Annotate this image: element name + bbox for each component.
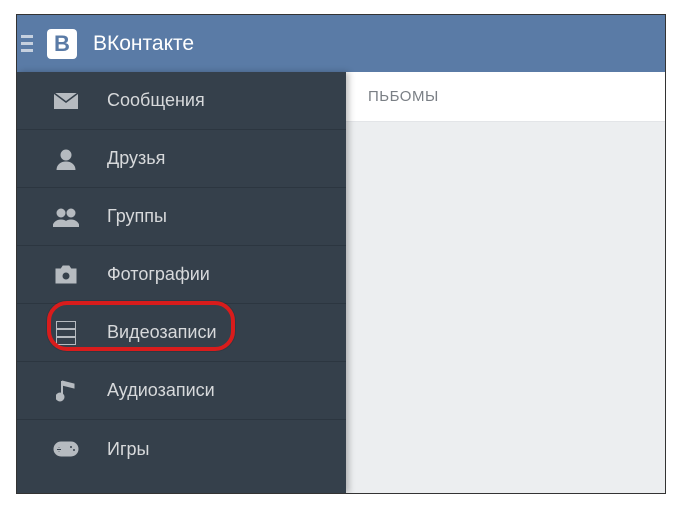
sidebar-item-videos[interactable]: Видеозаписи [17,304,346,362]
sidebar-item-label: Группы [107,206,167,227]
sidebar-item-messages[interactable]: Сообщения [17,72,346,130]
camera-icon [53,265,79,285]
sidebar-item-label: Игры [107,439,149,460]
sidebar-item-label: Сообщения [107,90,205,111]
tab-label: ПЬБОМЫ [368,88,439,105]
app-title: ВКонтакте [93,32,194,56]
vk-logo-icon: B [47,29,77,59]
sidebar-item-audio[interactable]: Аудиозаписи [17,362,346,420]
tab-albums[interactable]: ПЬБОМЫ [346,72,665,122]
sidebar-item-friends[interactable]: Друзья [17,130,346,188]
sidebar-item-label: Видеозаписи [107,322,217,343]
sidebar-item-games[interactable]: Игры [17,420,346,478]
app-header: B ВКонтакте [17,15,665,72]
music-note-icon [53,379,79,403]
gamepad-icon [53,441,79,457]
sidebar-item-label: Фотографии [107,264,210,285]
sidebar-item-label: Аудиозаписи [107,380,215,401]
sidebar-item-photos[interactable]: Фотографии [17,246,346,304]
envelope-icon [53,93,79,109]
users-icon [53,207,79,227]
hamburger-icon[interactable] [17,15,41,72]
sidebar-item-groups[interactable]: Группы [17,188,346,246]
sidebar-item-label: Друзья [107,148,165,169]
main-content: ПЬБОМЫ [346,72,665,493]
user-icon [53,148,79,170]
film-icon [53,321,79,345]
navigation-sidebar: Сообщения Друзья Группы [17,72,346,493]
